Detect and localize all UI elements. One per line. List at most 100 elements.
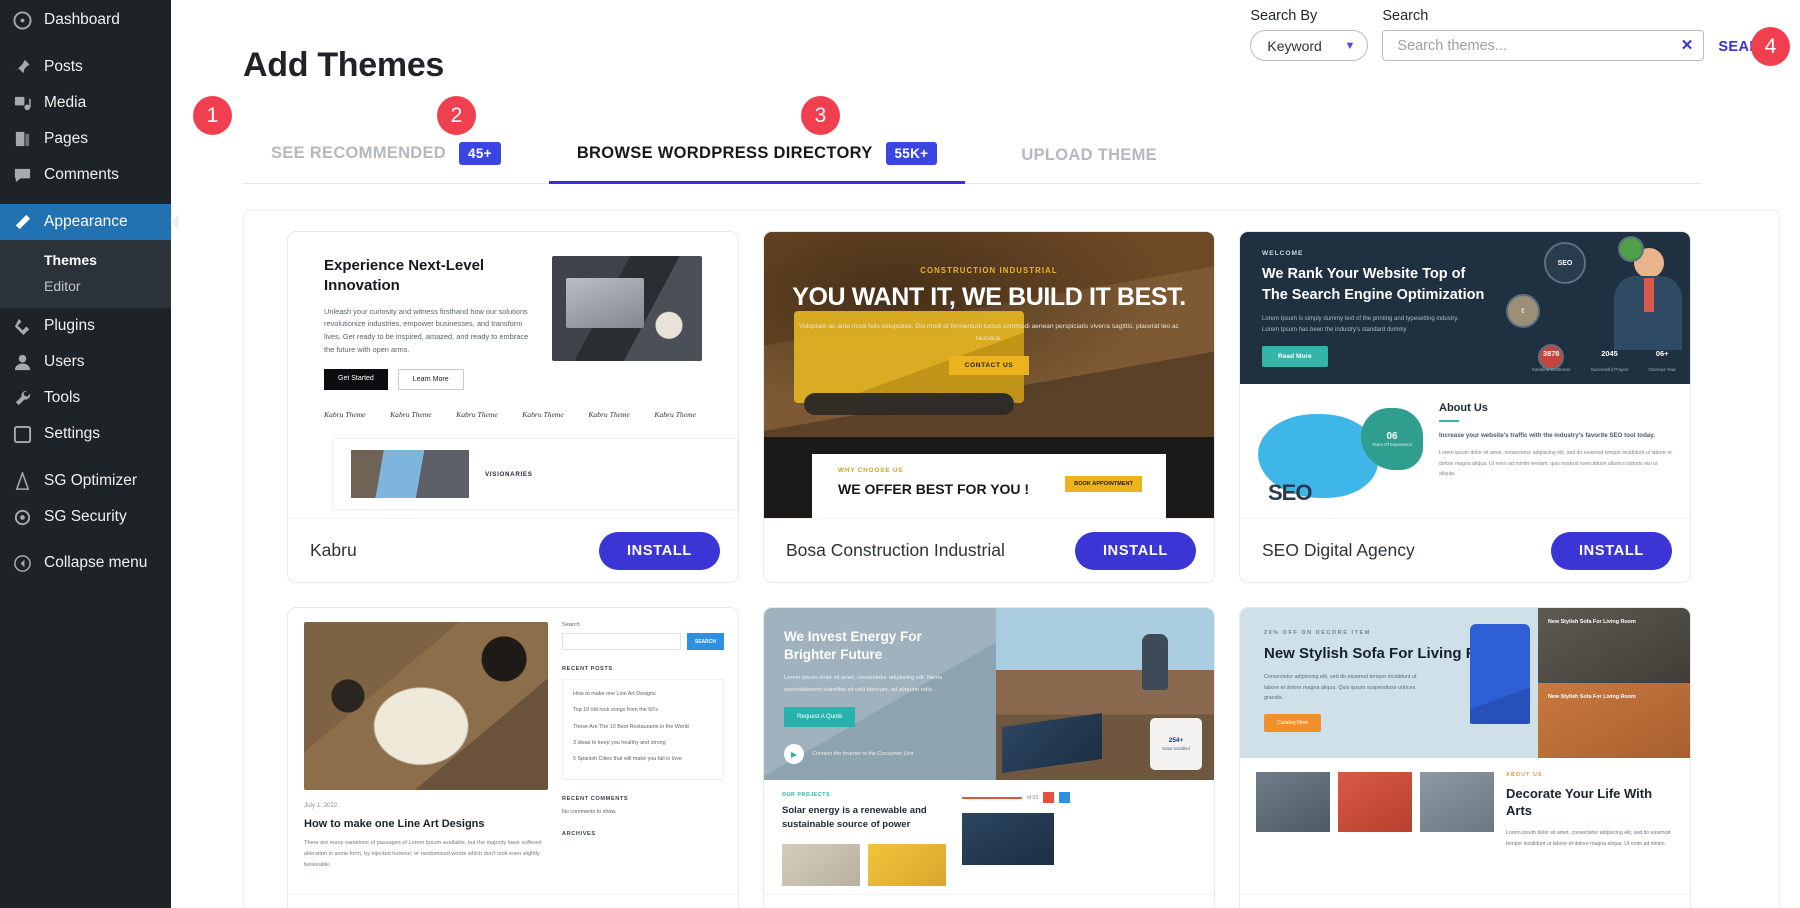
sidebar-item-label: Settings	[44, 425, 101, 442]
theme-preview-bosa: CONSTRUCTION INDUSTRIAL YOU WANT IT, WE …	[764, 232, 1214, 519]
kabru-get-started-button: Get Started	[324, 369, 388, 391]
sidebar-item-settings[interactable]: Settings	[0, 416, 171, 452]
theme-preview-kabru: Experience Next-Level Innovation Unleash…	[288, 232, 738, 519]
bosa-hero: CONSTRUCTION INDUSTRIAL YOU WANT IT, WE …	[764, 232, 1214, 437]
kabru-hero-image	[552, 256, 702, 361]
decor-about-label: ABOUT US	[1506, 772, 1543, 778]
decor-about-heading: Decorate Your Life With Arts	[1506, 786, 1653, 819]
decor-about-body: Lorem ipsum dolor sit amet, consectetur …	[1506, 830, 1671, 847]
wrench-icon	[12, 388, 33, 409]
home-decor-preview: 20% OFF ON DECORE ITEM New Stylish Sofa …	[1240, 608, 1690, 895]
page-title: Add Themes	[243, 46, 445, 84]
theme-card[interactable]: July 1, 2022 How to make one Line Art De…	[287, 607, 739, 908]
seo-about-title: About Us	[1439, 402, 1488, 414]
themes-panel: Experience Next-Level Innovation Unleash…	[243, 210, 1780, 908]
install-button[interactable]: INSTALL	[598, 531, 720, 570]
sidebar-item-comments[interactable]: Comments	[0, 157, 171, 193]
kabru-hero-text: Experience Next-Level Innovation Unleash…	[324, 256, 534, 391]
search-input[interactable]	[1397, 37, 1681, 54]
list-item: How to make one Line Art Designs	[573, 691, 656, 697]
submenu-item-editor[interactable]: Editor	[0, 273, 171, 299]
sidebar-item-appearance[interactable]: Appearance	[0, 204, 171, 240]
theme-preview-seo: WELCOME We Rank Your Website Top of The …	[1240, 232, 1690, 519]
sidebar-item-collapse-menu[interactable]: Collapse menu	[0, 545, 171, 581]
theme-card[interactable]: 20% OFF ON DECORE ITEM New Stylish Sofa …	[1239, 607, 1691, 908]
seo-body: Lorem Ipsum is simply dummy text of the …	[1262, 316, 1459, 334]
theme-name: Bosa Construction Industrial	[786, 540, 1005, 561]
marker-badge-3: 3	[801, 96, 840, 135]
theme-preview-home-decor: 20% OFF ON DECORE ITEM New Stylish Sofa …	[1240, 608, 1690, 895]
sidebar-item-posts[interactable]: Posts	[0, 49, 171, 85]
kabru-brand-row: Kabru Theme Kabru Theme Kabru Theme Kabr…	[324, 410, 696, 419]
theme-name: Kabru	[310, 540, 357, 561]
kabru-brand: Kabru Theme	[588, 410, 630, 420]
seo-hero: WELCOME We Rank Your Website Top of The …	[1240, 232, 1690, 384]
theme-card[interactable]: We Invest Energy For Brighter Future Lor…	[763, 607, 1215, 908]
settings-icon	[12, 424, 33, 445]
solar-projects-text: OUR PROJECTS Solar energy is a renewable…	[782, 792, 950, 894]
theme-card-footer: Home Decor Shop INSTALL	[1240, 894, 1690, 908]
list-item: These Are The 10 Best Restaurants in the…	[573, 723, 689, 730]
sidebar-item-sg-security[interactable]: SG Security	[0, 499, 171, 535]
kabru-brand: Kabru Theme	[654, 410, 696, 420]
sidebar-item-pages[interactable]: Pages	[0, 121, 171, 157]
seo-stat: 3878 Satisfied Customer	[1532, 349, 1571, 376]
seo-stat-label: Satisfied Customer	[1531, 367, 1571, 372]
tab-browse-wordpress-directory[interactable]: BROWSE WORDPRESS DIRECTORY 55K+	[548, 128, 965, 184]
appearance-submenu: Themes Editor	[0, 240, 171, 308]
theme-card-footer: Kabru INSTALL	[288, 518, 738, 582]
solar-pagination: of 03	[962, 792, 1200, 803]
decor-side-top-text: New Stylish Sofa For Living Room	[1548, 619, 1636, 625]
solar-section-eyebrow: OUR PROJECTS	[782, 792, 831, 798]
list-item: Top 10 old rock songs from the 60's	[573, 707, 658, 714]
seo-read-more-button: Read More	[1262, 346, 1328, 368]
solar-hero-image: 254+ Solar Installed	[996, 608, 1214, 780]
tab-upload-theme[interactable]: UPLOAD THEME	[1021, 132, 1157, 183]
search-toolbar: Search By Keyword ▼ Search ✕ SEARCH	[1250, 8, 1782, 61]
decor-about-section: ABOUT US Decorate Your Life With Arts Lo…	[1240, 758, 1690, 894]
plugin-icon	[12, 316, 33, 337]
kabru-buttons: Get Started Learn More	[324, 369, 534, 391]
tab-see-recommended[interactable]: SEE RECOMMENDED 45+	[271, 128, 501, 183]
submenu-item-themes[interactable]: Themes	[0, 247, 171, 273]
search-box[interactable]: ✕	[1382, 30, 1705, 61]
sidebar-item-sg-optimizer[interactable]: SG Optimizer	[0, 463, 171, 499]
sidebar-item-label: Comments	[44, 166, 119, 183]
tab-label: SEE RECOMMENDED	[271, 144, 447, 162]
sidebar-item-label: Posts	[44, 58, 83, 75]
sidebar-item-media[interactable]: Media	[0, 85, 171, 121]
bosa-contact-button: CONTACT US	[948, 355, 1030, 375]
theme-preview-summer-blog: July 1, 2022 How to make one Line Art De…	[288, 608, 738, 895]
sidebar-item-tools[interactable]: Tools	[0, 380, 171, 416]
sidebar-item-users[interactable]: Users	[0, 344, 171, 380]
seo-bubble-icon: SEO	[1544, 242, 1586, 284]
search-by-select[interactable]: Keyword ▼	[1250, 30, 1369, 61]
seo-person-tie	[1644, 278, 1654, 312]
kabru-visionaries-section: VISIONARIES	[332, 438, 738, 511]
euro-bubble-icon: €	[1506, 294, 1540, 328]
arrow-next-icon	[1059, 792, 1071, 803]
blog-no-comments-note: No comments to show.	[562, 809, 617, 816]
list-item: 5 Spanish Cities that will make you fall…	[573, 756, 682, 763]
solar-preview: We Invest Energy For Brighter Future Lor…	[764, 608, 1214, 895]
main-content: Search By Keyword ▼ Search ✕ SEARCH 4 Ad…	[171, 0, 1800, 908]
solar-panel-image	[1002, 712, 1102, 774]
sidebar-item-dashboard[interactable]: Dashboard	[0, 2, 171, 38]
seo-about-section: 06 Years Of Experience SEO About Us Incr…	[1240, 384, 1690, 518]
blog-main-column: July 1, 2022 How to make one Line Art De…	[304, 622, 548, 894]
install-button[interactable]: INSTALL	[1550, 531, 1672, 570]
chevron-down-icon: ▼	[1344, 39, 1356, 52]
theme-card[interactable]: CONSTRUCTION INDUSTRIAL YOU WANT IT, WE …	[763, 231, 1215, 583]
bosa-heading: YOU WANT IT, WE BUILD IT BEST.	[792, 283, 1186, 311]
tab-label: UPLOAD THEME	[1021, 146, 1157, 164]
kabru-brand: Kabru Theme	[522, 410, 564, 420]
clear-icon[interactable]: ✕	[1681, 38, 1694, 53]
theme-card[interactable]: Experience Next-Level Innovation Unleash…	[287, 231, 739, 583]
solar-installed-badge: 254+ Solar Installed	[1150, 718, 1202, 770]
bosa-hero-text: CONSTRUCTION INDUSTRIAL YOU WANT IT, WE …	[764, 266, 1214, 375]
seo-stat: 06+ Glorious Year	[1648, 349, 1676, 376]
sidebar-item-plugins[interactable]: Plugins	[0, 308, 171, 344]
install-button[interactable]: INSTALL	[1074, 531, 1196, 570]
theme-card[interactable]: WELCOME We Rank Your Website Top of The …	[1239, 231, 1691, 583]
arrow-prev-icon	[1043, 792, 1055, 803]
